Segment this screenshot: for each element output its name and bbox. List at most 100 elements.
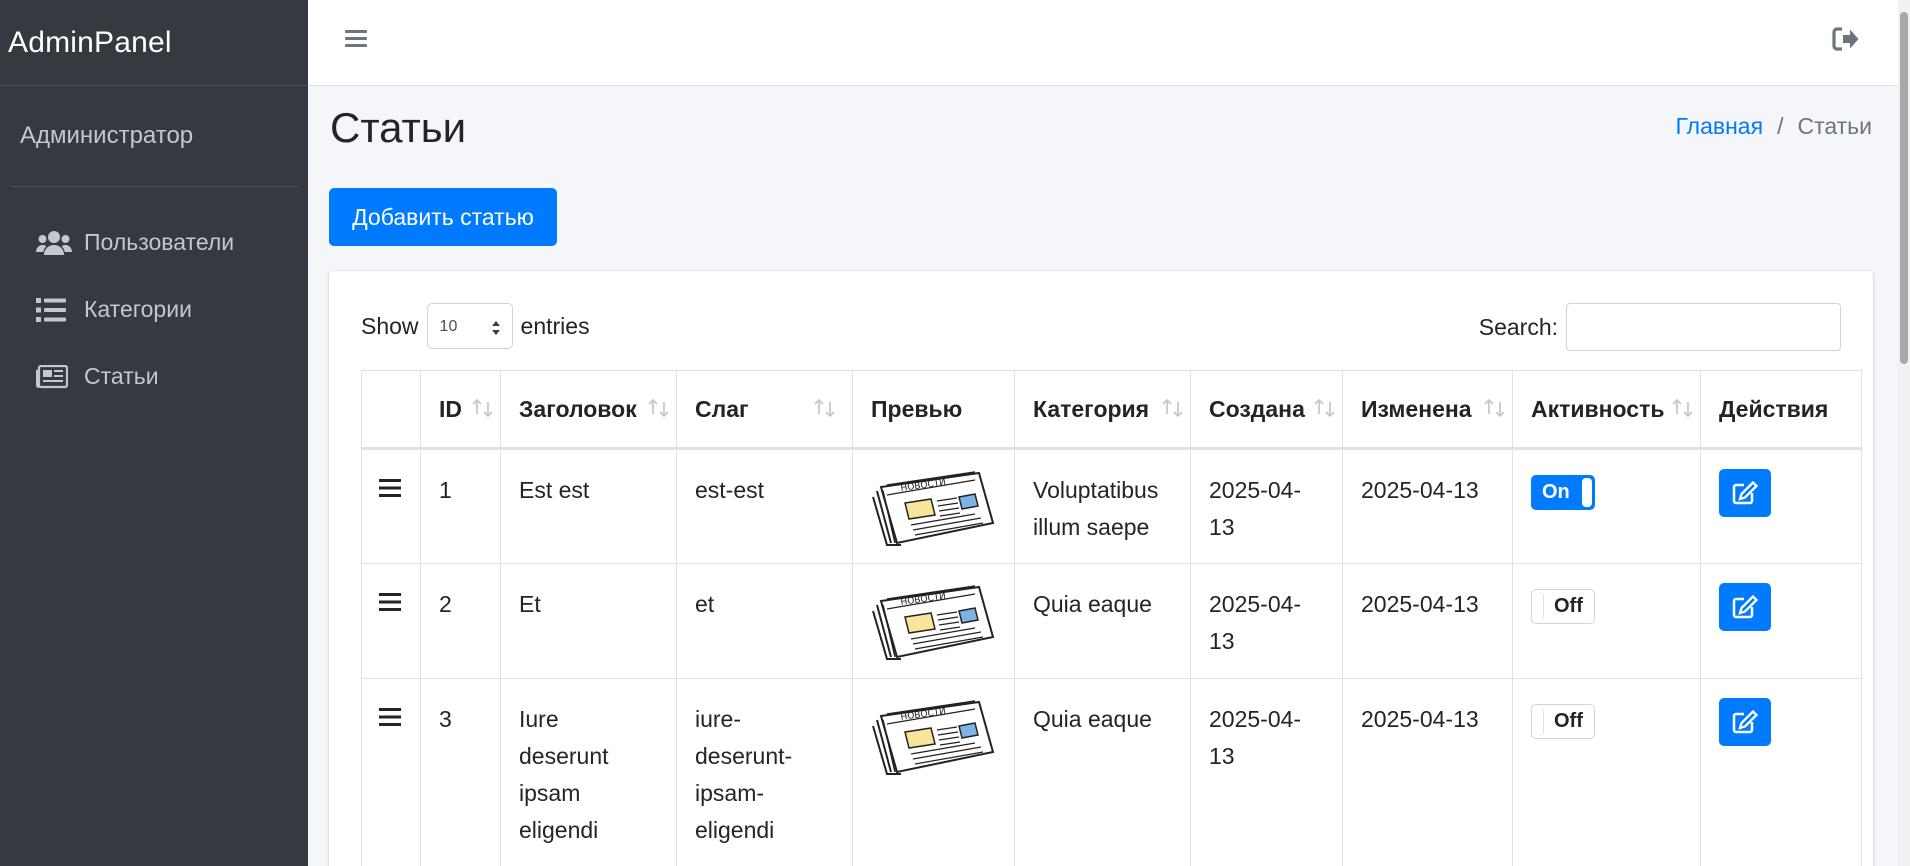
sidebar-item-label: Категории (84, 296, 192, 322)
sidebar-item-users[interactable]: Пользователи (0, 209, 308, 276)
col-header-label: Категория (1033, 395, 1150, 422)
edit-button[interactable] (1719, 469, 1771, 517)
id-cell: 3 (420, 678, 501, 866)
active-toggle[interactable]: On (1531, 475, 1595, 510)
col-updated-header[interactable]: Изменена (1342, 370, 1513, 450)
sidebar-item-label: Статьи (84, 363, 159, 389)
top-navbar (308, 0, 1898, 86)
col-created-header[interactable]: Создана (1190, 370, 1343, 450)
drag-handle-icon[interactable] (378, 591, 402, 613)
actions-cell (1700, 448, 1862, 564)
sidebar-item-label: Пользователи (84, 229, 235, 255)
edit-icon (1732, 710, 1758, 734)
category-cell: Quia eaque (1014, 563, 1191, 679)
breadcrumb-home-link[interactable]: Главная (1676, 113, 1764, 140)
search-label: Search: (1478, 313, 1558, 340)
brand[interactable]: AdminPanel (0, 0, 308, 86)
drag-cell (361, 448, 421, 564)
col-header-label: Активность (1531, 395, 1665, 422)
col-drag-header (361, 370, 421, 450)
logout-icon[interactable] (1832, 26, 1862, 54)
table-row: 2 Et et НОВОСТИ Quia eaque 2025-04-13 20… (361, 563, 1862, 679)
breadcrumb-separator: / (1777, 113, 1784, 139)
toggle-knob (1582, 478, 1592, 507)
col-header-label: Создана (1209, 395, 1305, 422)
page-scrollbar[interactable] (1898, 0, 1910, 866)
user-name[interactable]: Администратор (20, 122, 193, 150)
add-article-button[interactable]: Добавить статью (329, 188, 557, 246)
title-cell: Iure deserunt ipsam eligendi (500, 678, 677, 866)
active-cell: On (1512, 448, 1701, 564)
title-cell: Et (500, 563, 677, 679)
preview-cell: НОВОСТИ (852, 563, 1015, 679)
col-title-header[interactable]: Заголовок (500, 370, 677, 450)
slug-text: iure-deserunt-ipsam-eligendi (695, 706, 793, 843)
col-preview-header: Превью (852, 370, 1015, 450)
category-cell: Quia eaque (1014, 678, 1191, 866)
newspaper-thumbnail-icon: НОВОСТИ (872, 585, 995, 660)
preview-cell: НОВОСТИ (852, 448, 1015, 564)
search-input[interactable] (1566, 303, 1841, 351)
col-header-label: ID (439, 395, 462, 422)
slug-cell: est-est (676, 448, 853, 564)
updated-cell: 2025-04-13 (1342, 563, 1513, 679)
col-header-label: Слаг (695, 395, 749, 422)
created-cell: 2025-04-13 (1190, 678, 1343, 866)
sort-icon (1484, 398, 1505, 418)
col-id-header[interactable]: ID (420, 370, 501, 450)
sidebar: AdminPanel Администратор Пользователи Ка… (0, 0, 308, 866)
table-header-row: ID Заголовок Слаг Превью Категория Созда… (361, 370, 1862, 450)
col-header-label: Изменена (1361, 395, 1472, 422)
newspaper-thumbnail-icon: НОВОСТИ (872, 471, 995, 546)
col-active-header[interactable]: Активность (1512, 370, 1701, 450)
slug-cell: iure-deserunt-ipsam-eligendi (676, 678, 853, 866)
sort-icon (1162, 398, 1183, 418)
sidebar-item-categories[interactable]: Категории (0, 276, 308, 343)
page-title: Статьи (330, 104, 467, 151)
edit-icon (1732, 481, 1758, 505)
brand-text[interactable]: AdminPanel (8, 26, 172, 60)
user-panel: Администратор (10, 86, 298, 187)
created-cell: 2025-04-13 (1190, 563, 1343, 679)
sort-icon (814, 398, 835, 418)
page-length-select[interactable]: 10 (426, 303, 513, 349)
edit-button[interactable] (1719, 583, 1771, 631)
scrollbar-thumb[interactable] (1900, 12, 1908, 364)
search-control: Search: (1479, 303, 1841, 351)
users-icon (36, 228, 74, 258)
toggle-label: Off (1554, 710, 1583, 732)
active-toggle[interactable]: Off (1531, 704, 1595, 739)
id-cell: 1 (420, 448, 501, 564)
col-category-header[interactable]: Категория (1014, 370, 1191, 450)
drag-handle-icon[interactable] (378, 477, 402, 499)
drag-handle-icon[interactable] (378, 706, 402, 728)
updated-cell: 2025-04-13 (1342, 448, 1513, 564)
col-slug-header[interactable]: Слаг (676, 370, 853, 450)
toggle-knob (1534, 592, 1544, 621)
table-row: 3 Iure deserunt ipsam eligendi iure-dese… (361, 678, 1862, 866)
active-cell: Off (1512, 678, 1701, 866)
menu-toggle-icon[interactable] (344, 26, 372, 54)
active-cell: Off (1512, 563, 1701, 679)
sort-icon (1314, 398, 1335, 418)
updated-cell: 2025-04-13 (1342, 678, 1513, 866)
show-label: Show (361, 312, 419, 339)
sort-icon (648, 398, 669, 418)
actions-cell (1700, 563, 1862, 679)
col-actions-header: Действия (1700, 370, 1862, 450)
entries-label: entries (520, 312, 590, 339)
sort-icon (1672, 398, 1693, 418)
edit-button[interactable] (1719, 698, 1771, 746)
sort-icon (472, 398, 493, 418)
slug-cell: et (676, 563, 853, 679)
id-cell: 2 (420, 563, 501, 679)
drag-cell (361, 678, 421, 866)
articles-card: Show 10 entries Search: ID Заголовок Сла… (329, 271, 1873, 866)
active-toggle[interactable]: Off (1531, 589, 1595, 624)
newspaper-thumbnail-icon: НОВОСТИ (872, 700, 995, 775)
sidebar-item-articles[interactable]: Статьи (0, 343, 308, 410)
drag-cell (361, 563, 421, 679)
col-header-label: Заголовок (519, 395, 637, 422)
preview-cell: НОВОСТИ (852, 678, 1015, 866)
toggle-label: Off (1554, 595, 1583, 617)
